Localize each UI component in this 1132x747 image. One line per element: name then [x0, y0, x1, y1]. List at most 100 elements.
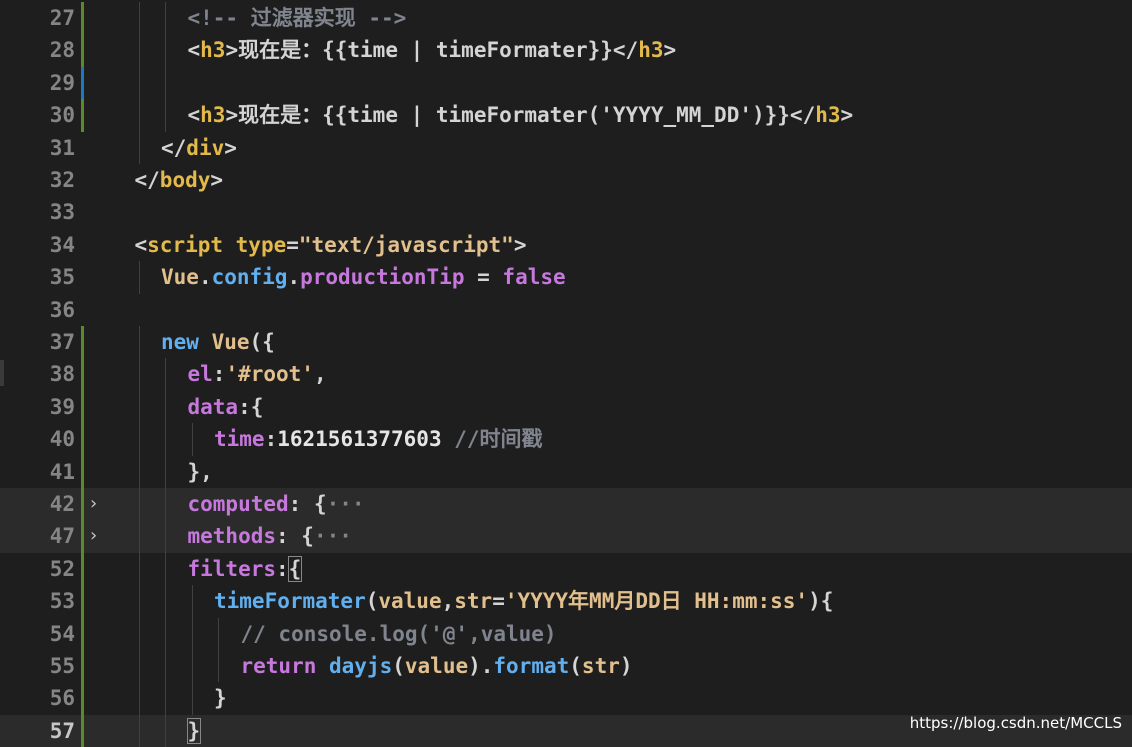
- code-text[interactable]: time:1621561377603 //时间戳: [214, 423, 543, 455]
- code-token: time: [214, 427, 265, 452]
- code-token: <: [134, 232, 148, 257]
- code-line[interactable]: 41},: [0, 455, 1132, 488]
- code-line[interactable]: 38 el:'#root',: [0, 358, 1132, 391]
- code-text[interactable]: }: [214, 682, 227, 714]
- code-text[interactable]: <h3>现在是：{{time | timeFormater('YYYY_MM_D…: [188, 99, 854, 131]
- code-text[interactable]: computed: {···: [188, 488, 365, 520]
- code-token: computed: [187, 492, 289, 516]
- code-text[interactable]: methods: {···: [188, 520, 352, 552]
- code-text[interactable]: <h3>现在是：{{time | timeFormater}}</h3>: [188, 34, 677, 66]
- code-line[interactable]: 47 › methods: {···: [0, 520, 1132, 553]
- code-token: >: [225, 103, 239, 128]
- scroll-marker[interactable]: [0, 360, 4, 386]
- code-line[interactable]: 54 // console.log('@',value): [0, 617, 1132, 650]
- code-text[interactable]: timeFormater(value,str='YYYY年MM月DD日 HH:m…: [214, 585, 833, 617]
- code-editor[interactable]: 27 <!-- 过滤器实现 --> 28 <h3>现在是：{{time | timeF…: [0, 0, 1132, 747]
- code-text[interactable]: Vue.config.productionTip = false: [161, 261, 566, 293]
- code-line[interactable]: 29: [0, 66, 1132, 100]
- line-number: 36: [49, 297, 75, 322]
- code-line[interactable]: 33: [0, 196, 1132, 228]
- git-modified-indicator[interactable]: [81, 99, 84, 132]
- code-text[interactable]: <script type="text/javascript">: [135, 229, 527, 261]
- code-token: format: [493, 654, 570, 678]
- code-line[interactable]: 31 </div>: [0, 131, 1132, 164]
- code-line[interactable]: 40 time:1621561377603 //时间戳: [0, 423, 1132, 456]
- line-number: 52: [49, 556, 75, 581]
- code-token: "text/javascript": [298, 232, 514, 257]
- code-token: ): [619, 654, 633, 678]
- code-text[interactable]: <!-- 过滤器实现 -->: [188, 2, 407, 34]
- line-number: 42: [49, 492, 75, 516]
- git-modified-indicator[interactable]: [81, 34, 84, 67]
- indent-guide: [138, 261, 140, 294]
- code-token: <!-- 过滤器实现 -->: [187, 6, 407, 30]
- code-text[interactable]: },: [188, 456, 213, 488]
- code-token: >: [663, 38, 677, 63]
- code-line[interactable]: 28 <h3>现在是：{{time | timeFormater}}</h3>: [0, 34, 1132, 67]
- indent-guide: [165, 585, 166, 618]
- code-line[interactable]: 35 Vue.config.productionTip = false: [0, 261, 1132, 294]
- code-token: value: [378, 589, 442, 614]
- line-number: 41: [49, 459, 75, 484]
- indent-guide: [138, 585, 140, 618]
- indent-guide: [165, 358, 166, 391]
- code-line[interactable]: 36: [0, 294, 1132, 326]
- code-line[interactable]: 37 new Vue({: [0, 326, 1132, 359]
- code-text[interactable]: return dayjs(value).format(str): [241, 650, 633, 682]
- code-line[interactable]: 32 </body>: [0, 164, 1132, 196]
- code-text[interactable]: filters:{: [188, 553, 303, 585]
- code-line[interactable]: 53 timeFormater(value,str='YYYY年MM月DD日 HH…: [0, 585, 1132, 618]
- git-modified-indicator[interactable]: [81, 585, 84, 618]
- code-text[interactable]: }: [186, 715, 202, 747]
- git-modified-indicator[interactable]: [81, 520, 84, 553]
- code-token: .: [287, 265, 301, 290]
- code-token: 现在是：{{time | timeFormater}}: [238, 38, 613, 63]
- indent-guide: [165, 682, 166, 715]
- code-token: :: [264, 427, 278, 452]
- git-modified-indicator[interactable]: [81, 423, 84, 456]
- code-token: :: [276, 556, 289, 581]
- code-line[interactable]: 27 <!-- 过滤器实现 -->: [0, 2, 1132, 35]
- line-number: 39: [49, 394, 75, 419]
- code-text[interactable]: el:'#root',: [188, 358, 327, 390]
- fold-chevron-icon[interactable]: ›: [88, 488, 100, 520]
- code-text[interactable]: data:{: [188, 391, 264, 423]
- git-modified-indicator[interactable]: [81, 455, 84, 488]
- code-text[interactable]: </body>: [135, 164, 224, 196]
- indent-guide: [191, 423, 193, 456]
- code-token: <: [187, 38, 201, 63]
- git-modified-indicator[interactable]: [81, 617, 84, 650]
- fold-chevron-icon[interactable]: ›: [88, 520, 100, 552]
- git-modified-indicator[interactable]: [81, 552, 84, 586]
- code-text[interactable]: </div>: [161, 132, 237, 164]
- code-token: productionTip: [300, 265, 465, 290]
- git-modified-indicator[interactable]: [81, 488, 84, 521]
- git-modified-indicator[interactable]: [81, 358, 84, 391]
- code-line[interactable]: 56}: [0, 682, 1132, 715]
- git-modified-indicator[interactable]: [81, 326, 84, 359]
- code-token: }: [214, 686, 227, 711]
- code-token: str: [454, 589, 493, 614]
- code-token: </: [789, 103, 816, 128]
- code-line[interactable]: 30 <h3>现在是：{{time | timeFormater('YYYY_MM…: [0, 99, 1132, 132]
- code-token: ,: [313, 362, 327, 387]
- git-modified-indicator[interactable]: [81, 714, 84, 747]
- git-modified-indicator[interactable]: [81, 650, 84, 683]
- code-token: =: [464, 265, 503, 290]
- line-number: 27: [49, 6, 75, 30]
- code-text[interactable]: new Vue({: [161, 326, 275, 358]
- indent-guide: [138, 552, 140, 586]
- code-line[interactable]: 52 filters:{: [0, 552, 1132, 586]
- git-added-indicator[interactable]: [81, 66, 84, 100]
- git-modified-indicator[interactable]: [81, 2, 84, 35]
- code-line[interactable]: 42 › computed: {···: [0, 488, 1132, 521]
- git-modified-indicator[interactable]: [81, 682, 84, 715]
- code-token: h3: [200, 103, 226, 128]
- code-token: return: [240, 654, 330, 678]
- code-line[interactable]: 55 return dayjs(value).format(str): [0, 650, 1132, 683]
- git-modified-indicator[interactable]: [81, 390, 84, 424]
- code-line[interactable]: 34 <script type="text/javascript">: [0, 229, 1132, 261]
- code-text[interactable]: // console.log('@',value): [241, 618, 557, 650]
- code-line[interactable]: 39 data:{: [0, 390, 1132, 424]
- code-token: Vue: [211, 330, 250, 354]
